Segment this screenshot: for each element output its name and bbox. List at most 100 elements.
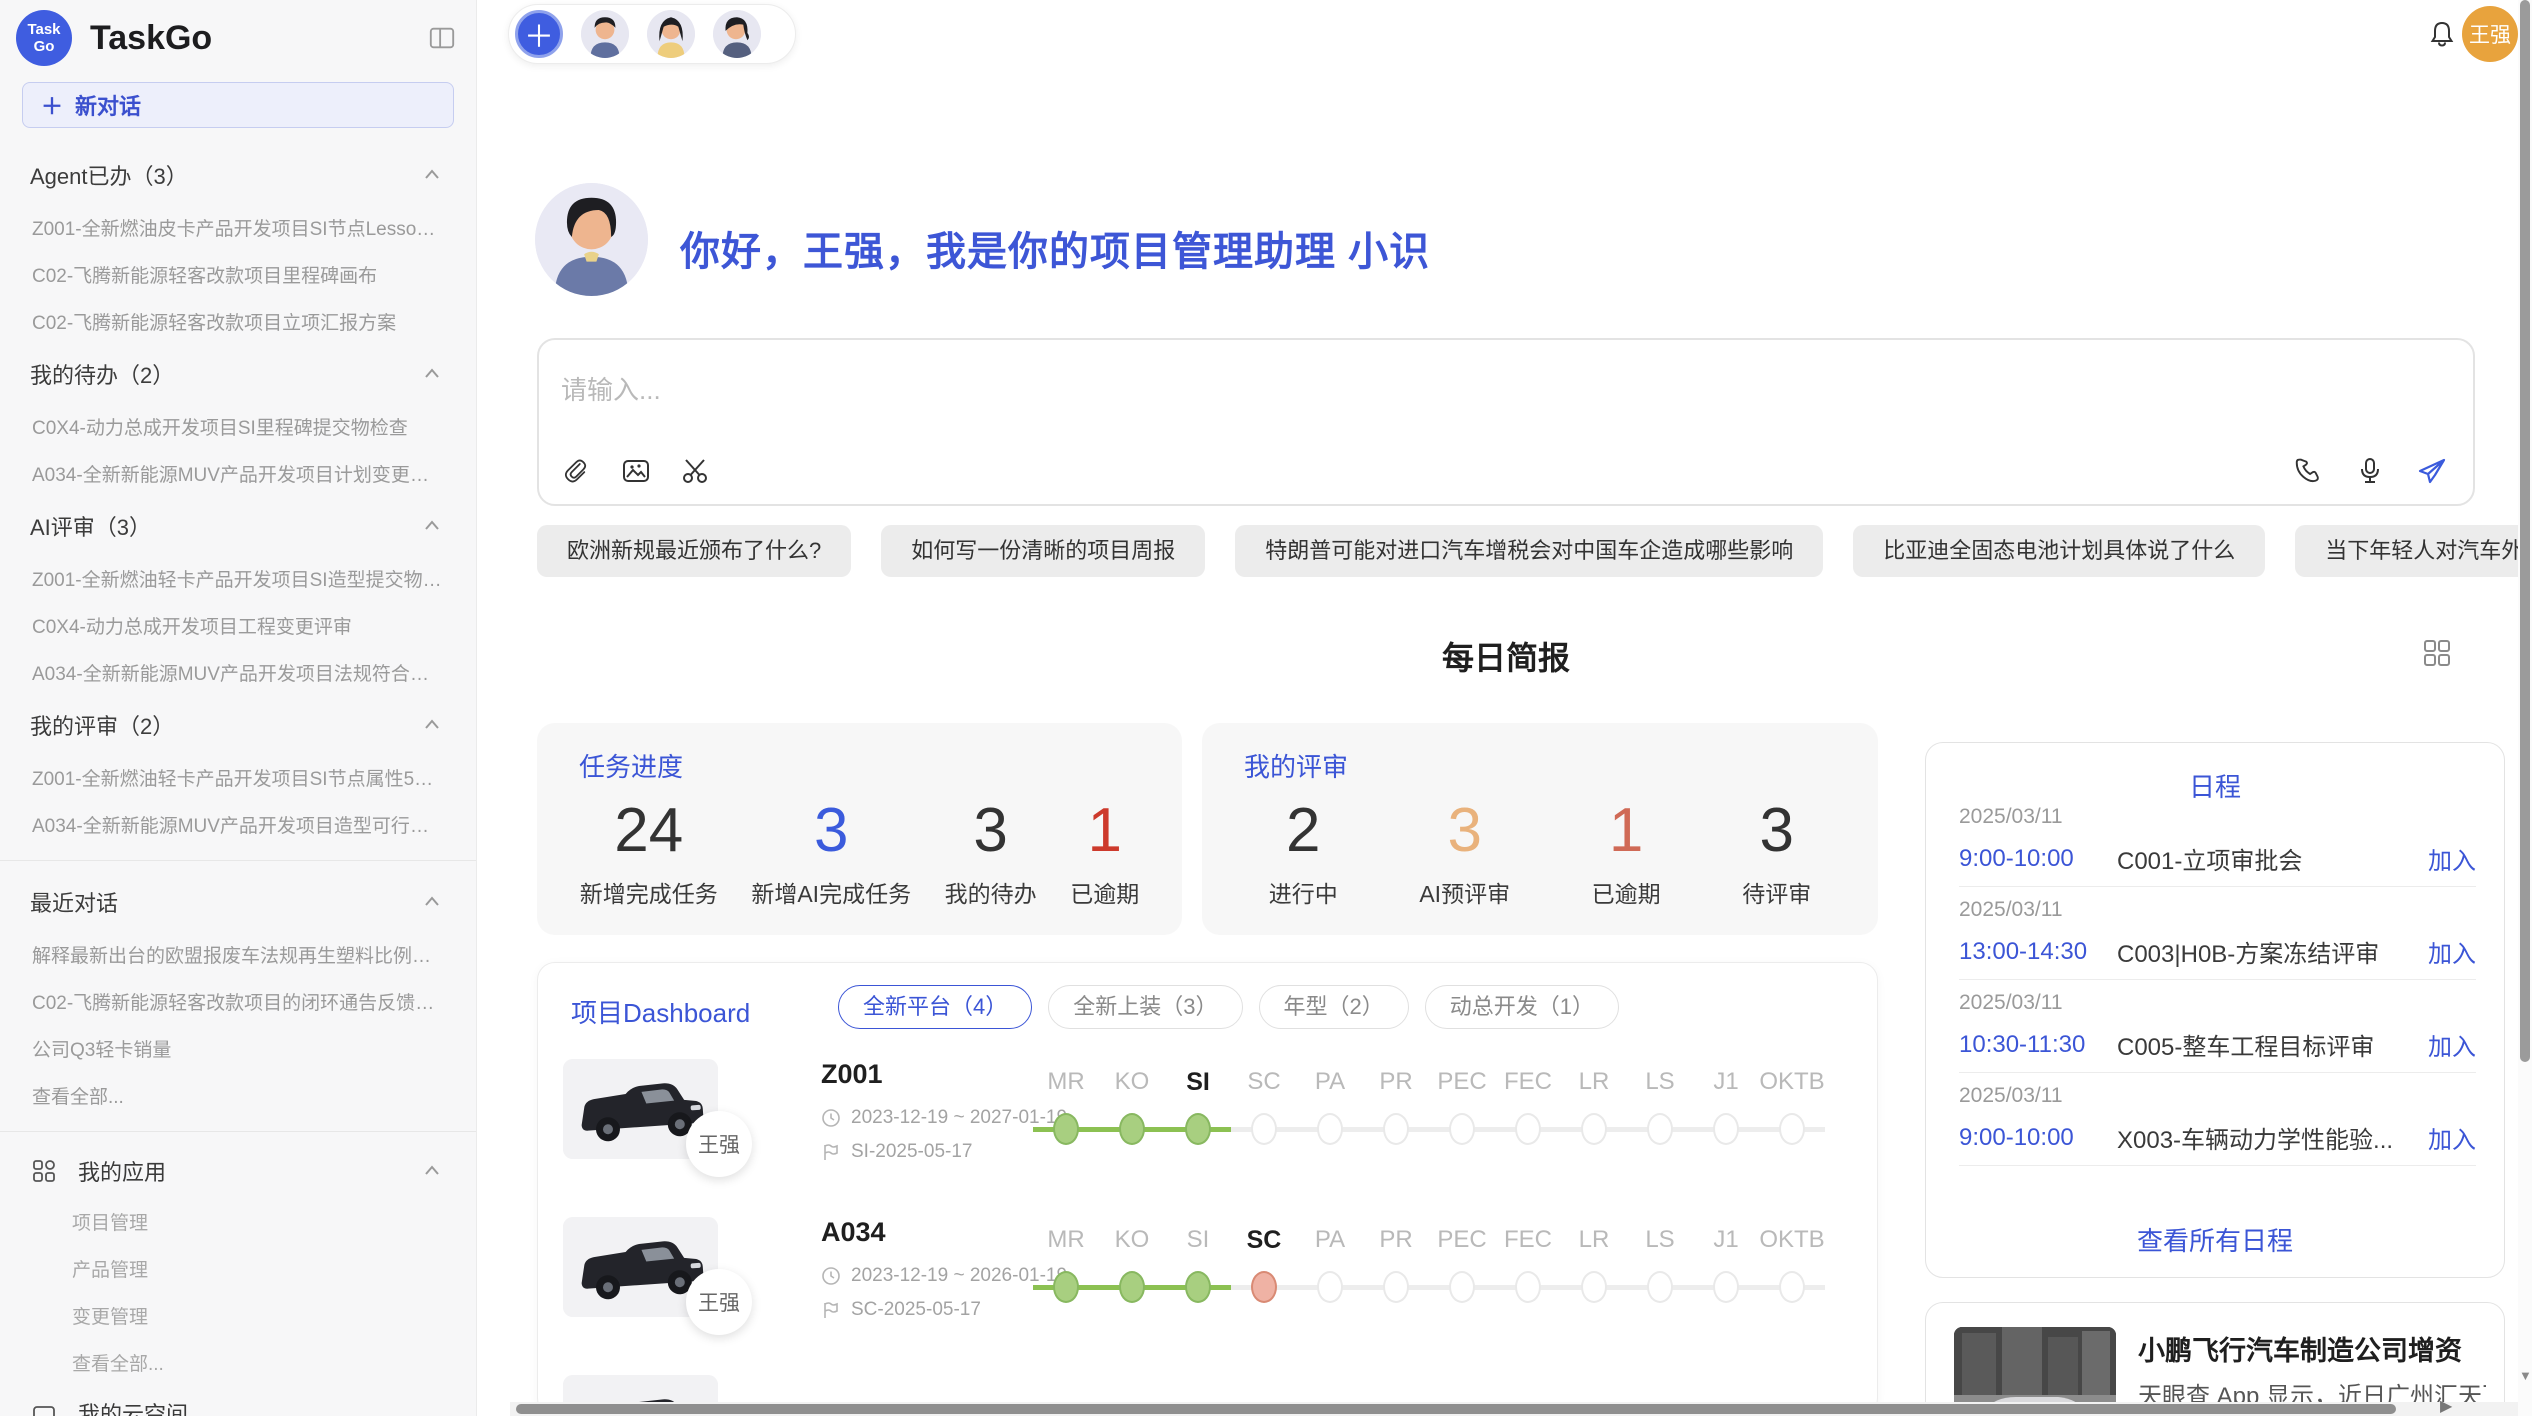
suggestion-chip[interactable]: 比亚迪全固态电池计划具体说了什么 xyxy=(1853,525,2265,577)
list-item[interactable]: Z001-全新燃油轻卡产品开发项目SI造型提交物评审 xyxy=(0,555,476,602)
sidebar-lists: Agent已办（3） Z001-全新燃油皮卡产品开发项目SI节点Lesson L… xyxy=(0,146,476,1416)
event-time: 9:00-10:00 xyxy=(1959,845,2117,873)
milestone-label: LR xyxy=(1579,1065,1610,1099)
section-title: Agent已办（3） xyxy=(30,159,188,191)
sidebar-item-my-apps[interactable]: 我的应用 xyxy=(0,1144,476,1198)
apps-view-all[interactable]: 查看全部... xyxy=(0,1339,476,1386)
sidebar-item-cloud-space[interactable]: 我的云空间 xyxy=(0,1386,476,1416)
section-header-recent[interactable]: 最近对话 xyxy=(0,873,476,931)
section-header-my-review[interactable]: 我的评审（2） xyxy=(0,696,476,754)
join-button[interactable]: 加入 xyxy=(2428,934,2476,969)
cloud-space-icon xyxy=(30,1399,58,1416)
tab-new-body[interactable]: 全新上装（3） xyxy=(1048,985,1242,1029)
news-card[interactable]: 小鹏飞行汽车制造公司增资 天眼查 App 显示，近日广州汇天飞行汽... xyxy=(1925,1302,2505,1416)
milestone-node xyxy=(1383,1113,1409,1145)
chevron-up-icon xyxy=(418,161,446,189)
recent-view-all[interactable]: 查看全部... xyxy=(0,1072,476,1119)
schedule-title: 日程 xyxy=(1926,767,2504,804)
phone-call-icon[interactable] xyxy=(2291,454,2325,488)
list-item[interactable]: C02-飞腾新能源轻客改款项目里程碑画布 xyxy=(0,251,476,298)
new-chat-button[interactable]: ＋ 新对话 xyxy=(22,82,454,128)
event-title: C001-立项审批会 xyxy=(2117,841,2428,876)
scroll-right-arrow-icon[interactable]: ▶ xyxy=(2440,1396,2452,1416)
milestone: PEC xyxy=(1429,1223,1495,1303)
stat: 3 待评审 xyxy=(1742,791,1811,909)
logo-text-1: Task xyxy=(27,21,60,38)
milestone-node xyxy=(1647,1271,1673,1303)
milestone-label: FEC xyxy=(1504,1065,1552,1099)
list-item[interactable]: A034-全新新能源MUV产品开发项目造型可行性评审 xyxy=(0,801,476,848)
horizontal-scrollbar-thumb[interactable] xyxy=(516,1404,2396,1414)
user-avatar[interactable]: 王强 xyxy=(2462,6,2518,62)
milestone-node xyxy=(1449,1113,1475,1145)
milestone-track: MR KO SI SC PA PR PEC FEC LR LS J1 OKTB xyxy=(1033,1065,1825,1145)
project-name: Z001 xyxy=(821,1059,883,1090)
milestone: KO xyxy=(1099,1065,1165,1145)
list-item[interactable]: A034-全新新能源MUV产品开发项目计划变更表编写 xyxy=(0,450,476,497)
horizontal-scrollbar[interactable] xyxy=(510,1402,2518,1416)
recent-item[interactable]: 公司Q3轻卡销量 xyxy=(0,1025,476,1072)
list-item[interactable]: C0X4-动力总成开发项目SI里程碑提交物检查 xyxy=(0,403,476,450)
project-row[interactable]: 王强 A034 2023-12-19 ~ 2026-01-19 SC-2025-… xyxy=(538,1209,1877,1367)
avatar[interactable] xyxy=(647,10,695,58)
chevron-up-icon xyxy=(418,360,446,388)
chat-composer[interactable]: 请输入... xyxy=(537,338,2475,506)
stat-label: 新增AI完成任务 xyxy=(751,875,911,909)
stat-label: 已逾期 xyxy=(1070,875,1139,909)
suggestion-chip[interactable]: 如何写一份清晰的项目周报 xyxy=(881,525,1205,577)
screenshot-scissors-icon[interactable] xyxy=(679,454,713,488)
join-button[interactable]: 加入 xyxy=(2428,841,2476,876)
image-icon[interactable] xyxy=(619,454,653,488)
suggestion-chip[interactable]: 当下年轻人对汽车外观有怎样的喜好趋势 xyxy=(2295,525,2532,577)
join-button[interactable]: 加入 xyxy=(2428,1027,2476,1062)
milestone-label: PA xyxy=(1315,1065,1345,1099)
recent-item[interactable]: C02-飞腾新能源轻客改款项目的闭环通告反馈情况 xyxy=(0,978,476,1025)
section-header-ai-review[interactable]: AI评审（3） xyxy=(0,497,476,555)
project-row[interactable]: 王强 Z001 2023-12-19 ~ 2027-01-19 SI-2025-… xyxy=(538,1051,1877,1209)
app-item-product-mgmt[interactable]: 产品管理 xyxy=(0,1245,476,1292)
join-button[interactable]: 加入 xyxy=(2428,1120,2476,1155)
view-all-schedule-link[interactable]: 查看所有日程 xyxy=(1926,1221,2504,1258)
suggestion-chip[interactable]: 欧洲新规最近颁布了什么? xyxy=(537,525,851,577)
project-milestone-date: SC-2025-05-17 xyxy=(821,1299,981,1321)
chevron-up-icon xyxy=(418,512,446,540)
list-item[interactable]: Z001-全新燃油轻卡产品开发项目SI节点属性5D文件评审 xyxy=(0,754,476,801)
stat-label: 进行中 xyxy=(1269,875,1338,909)
microphone-icon[interactable] xyxy=(2353,454,2387,488)
vertical-scrollbar-thumb[interactable] xyxy=(2520,0,2530,1062)
composer-actions xyxy=(2291,454,2449,488)
notifications-bell-icon[interactable] xyxy=(2426,18,2458,55)
avatar[interactable] xyxy=(581,10,629,58)
event-title: X003-车辆动力学性能验... xyxy=(2117,1120,2428,1155)
attachment-icon[interactable] xyxy=(559,454,593,488)
milestone: FEC xyxy=(1495,1065,1561,1145)
app-item-project-mgmt[interactable]: 项目管理 xyxy=(0,1198,476,1245)
recent-item[interactable]: 解释最新出台的欧盟报废车法规再生塑料比例被调至15%... xyxy=(0,931,476,978)
layout-grid-icon[interactable] xyxy=(2420,636,2454,675)
tab-powertrain[interactable]: 动总开发（1） xyxy=(1425,985,1619,1029)
collapse-panel-icon[interactable] xyxy=(428,24,456,52)
scroll-down-arrow-icon[interactable]: ▼ xyxy=(2519,1368,2532,1383)
divider xyxy=(1959,886,2476,887)
tab-model-year[interactable]: 年型（2） xyxy=(1259,985,1409,1029)
suggestion-chip[interactable]: 特朗普可能对进口汽车增税会对中国车企造成哪些影响 xyxy=(1235,525,1823,577)
list-item[interactable]: A034-全新新能源MUV产品开发项目法规符合性评审 xyxy=(0,649,476,696)
app-title: TaskGo xyxy=(90,19,428,58)
vertical-scrollbar[interactable]: ▼ xyxy=(2518,0,2532,1416)
avatar[interactable] xyxy=(713,10,761,58)
list-item[interactable]: Z001-全新燃油皮卡产品开发项目SI节点Lesson Learn报告 xyxy=(0,204,476,251)
milestone: J1 xyxy=(1693,1223,1759,1303)
milestone: SI xyxy=(1165,1223,1231,1303)
section-header-agent-done[interactable]: Agent已办（3） xyxy=(0,146,476,204)
project-dates: 2023-12-19 ~ 2026-01-19 xyxy=(821,1265,1067,1287)
tab-new-platform[interactable]: 全新平台（4） xyxy=(838,985,1032,1029)
add-session-button[interactable]: ＋ xyxy=(515,10,563,58)
send-icon[interactable] xyxy=(2415,454,2449,488)
event-date: 2025/03/11 xyxy=(1959,991,2476,1015)
app-item-change-mgmt[interactable]: 变更管理 xyxy=(0,1292,476,1339)
milestone: J1 xyxy=(1693,1065,1759,1145)
section-header-my-todo[interactable]: 我的待办（2） xyxy=(0,345,476,403)
project-dates: 2023-12-19 ~ 2027-01-19 xyxy=(821,1107,1067,1129)
list-item[interactable]: C0X4-动力总成开发项目工程变更评审 xyxy=(0,602,476,649)
list-item[interactable]: C02-飞腾新能源轻客改款项目立项汇报方案 xyxy=(0,298,476,345)
